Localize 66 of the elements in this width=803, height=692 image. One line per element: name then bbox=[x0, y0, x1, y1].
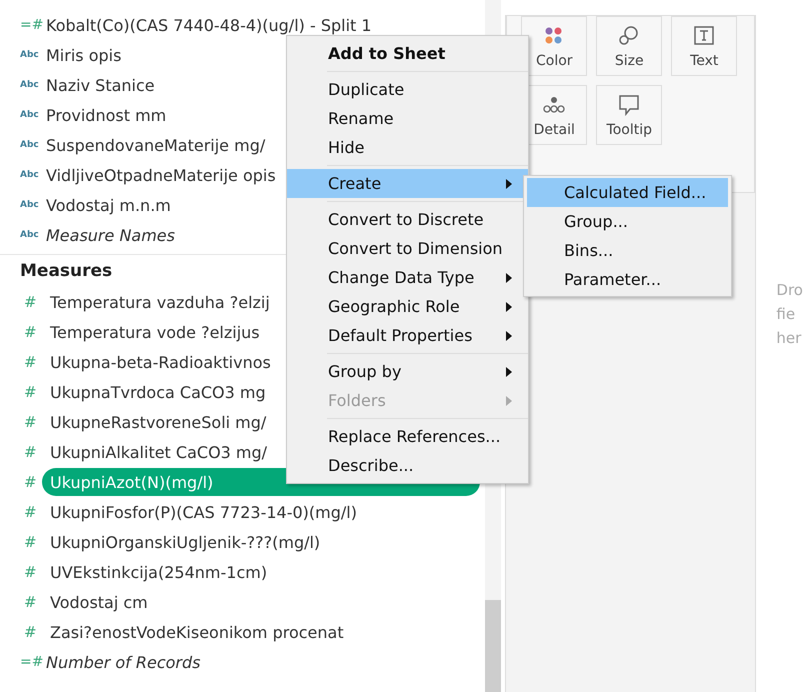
field-name[interactable]: UkupniAlkalitet CaCO3 mg/ bbox=[50, 442, 268, 462]
number-type-icon: # bbox=[20, 293, 50, 311]
field-name[interactable]: Zasi?enostVodeKiseonikom procenat bbox=[50, 622, 344, 642]
section-heading: Measures bbox=[20, 261, 112, 281]
number-type-icon: # bbox=[20, 443, 50, 461]
string-type-icon: Abc bbox=[20, 80, 46, 90]
menu-item[interactable]: Create bbox=[287, 169, 528, 198]
field-name[interactable]: Temperatura vode ?elzijus bbox=[50, 322, 260, 342]
split-field-icon: =# bbox=[20, 654, 46, 670]
field-name[interactable]: Naziv Stanice bbox=[46, 76, 155, 94]
field-name[interactable]: Measure Names bbox=[46, 226, 175, 244]
field-name[interactable]: UkupnaTvrdoca CaCO3 mg bbox=[50, 382, 266, 402]
drop-hint-text: her bbox=[776, 329, 802, 347]
menu-item[interactable]: Calculated Field... bbox=[527, 178, 728, 207]
mark-property-button[interactable]: Tooltip bbox=[596, 85, 662, 145]
submenu-arrow-icon bbox=[506, 396, 512, 406]
field-name[interactable]: Kobalt(Co)(CAS 7440-48-4)(ug/l) - Split 1 bbox=[46, 16, 372, 34]
field-name[interactable]: UkupniOrganskiUgljenik-???(mg/l) bbox=[50, 532, 320, 552]
submenu-arrow-icon bbox=[506, 272, 512, 282]
number-type-icon: # bbox=[20, 503, 50, 521]
menu-item[interactable]: Geographic Role bbox=[287, 292, 528, 321]
field-name[interactable]: UkupniFosfor(P)(CAS 7723-14-0)(mg/l) bbox=[50, 502, 357, 522]
field-name[interactable]: UVEkstinkcija(254nm-1cm) bbox=[50, 562, 268, 582]
submenu-arrow-icon bbox=[506, 366, 512, 376]
drop-hint-text: Dro bbox=[776, 281, 803, 299]
number-type-icon: # bbox=[20, 413, 50, 431]
number-type-icon: # bbox=[20, 563, 50, 581]
menu-item[interactable]: Group... bbox=[527, 207, 728, 236]
field-name[interactable]: UkupneRastvoreneSoli mg/ bbox=[50, 412, 266, 432]
number-type-icon: # bbox=[20, 533, 50, 551]
number-type-icon: # bbox=[20, 383, 50, 401]
string-type-icon: Abc bbox=[20, 170, 46, 180]
field-name[interactable]: Miris opis bbox=[46, 46, 122, 64]
menu-item[interactable]: Replace References... bbox=[287, 422, 528, 451]
field-name[interactable]: Number of Records bbox=[46, 652, 200, 672]
number-type-icon: # bbox=[20, 593, 50, 611]
menu-item[interactable]: Parameter... bbox=[527, 265, 728, 294]
string-type-icon: Abc bbox=[20, 230, 46, 240]
field-name[interactable]: SuspendovaneMaterije mg/ bbox=[46, 136, 266, 154]
submenu-arrow-icon bbox=[506, 302, 512, 312]
mark-property-button[interactable]: Size bbox=[596, 16, 662, 76]
field-name[interactable]: Vodostaj cm bbox=[50, 592, 148, 612]
menu-item[interactable]: Group by bbox=[287, 357, 528, 386]
menu-item[interactable]: Default Properties bbox=[287, 321, 528, 350]
number-type-icon: # bbox=[20, 323, 50, 341]
mark-property-button[interactable]: Text bbox=[671, 16, 738, 76]
text-box-icon bbox=[692, 25, 716, 47]
field-name[interactable]: Temperatura vazduha ?elzij bbox=[50, 292, 270, 312]
field-name: UkupniAzot(N)(mg/l) bbox=[50, 472, 214, 492]
field-name[interactable]: Vodostaj m.n.m bbox=[46, 196, 171, 214]
string-type-icon: Abc bbox=[20, 140, 46, 150]
string-type-icon: Abc bbox=[20, 50, 46, 60]
mark-property-button[interactable]: Color bbox=[521, 16, 588, 76]
menu-item[interactable]: Bins... bbox=[527, 236, 728, 265]
speech-bubble-icon bbox=[617, 94, 642, 116]
drop-hint-text: fie bbox=[776, 305, 796, 323]
string-type-icon: Abc bbox=[20, 110, 46, 120]
field-name[interactable]: VidljiveOtpadneMaterije opis bbox=[46, 166, 276, 184]
submenu-arrow-icon bbox=[506, 178, 512, 188]
split-field-icon: =# bbox=[20, 17, 46, 33]
submenu-arrow-icon bbox=[506, 330, 512, 340]
string-type-icon: Abc bbox=[20, 200, 46, 210]
number-type-icon: # bbox=[20, 623, 50, 641]
number-type-icon: # bbox=[20, 353, 50, 371]
field-name[interactable]: Ukupna-beta-Radioaktivnos bbox=[50, 352, 271, 372]
field-name[interactable]: Providnost mm bbox=[46, 106, 166, 124]
